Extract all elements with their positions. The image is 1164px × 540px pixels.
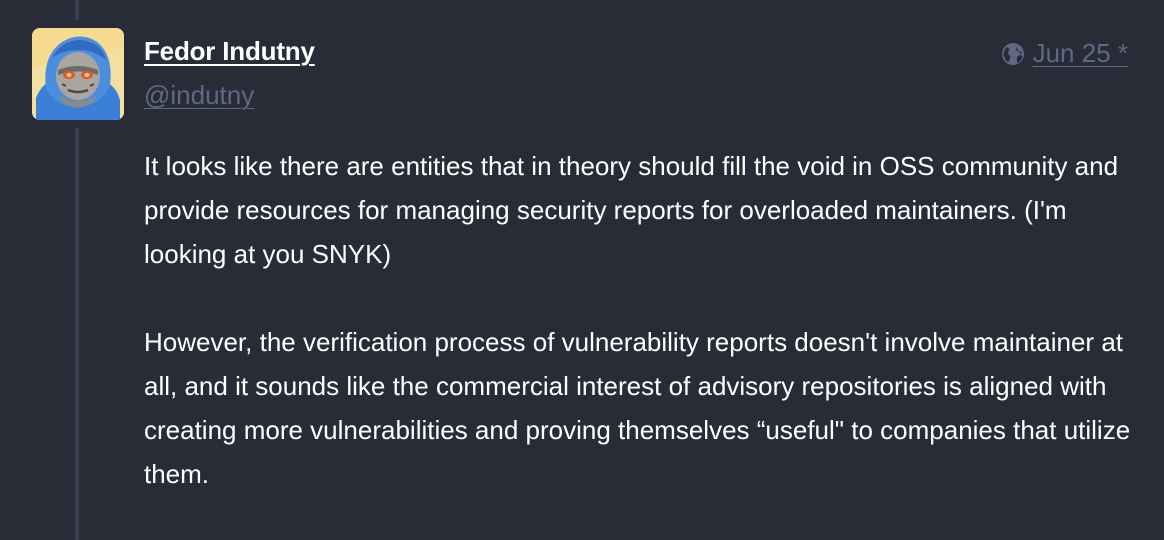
author-display-name[interactable]: Fedor Indutny	[144, 36, 315, 67]
avatar[interactable]	[32, 28, 124, 120]
post-paragraph-1: It looks like there are entities that in…	[144, 151, 1119, 269]
globe-icon	[1001, 42, 1025, 66]
post-meta: Jun 25 *	[1001, 38, 1128, 69]
post-paragraph-2: However, the verification process of vul…	[144, 327, 1131, 489]
author-handle[interactable]: @indutny	[144, 80, 254, 111]
thread-line-bottom	[75, 128, 79, 540]
post-timestamp[interactable]: Jun 25 *	[1033, 38, 1128, 69]
thread-line-top	[75, 0, 79, 20]
avatar-illustration	[32, 28, 124, 120]
post-content: It looks like there are entities that in…	[144, 144, 1134, 496]
